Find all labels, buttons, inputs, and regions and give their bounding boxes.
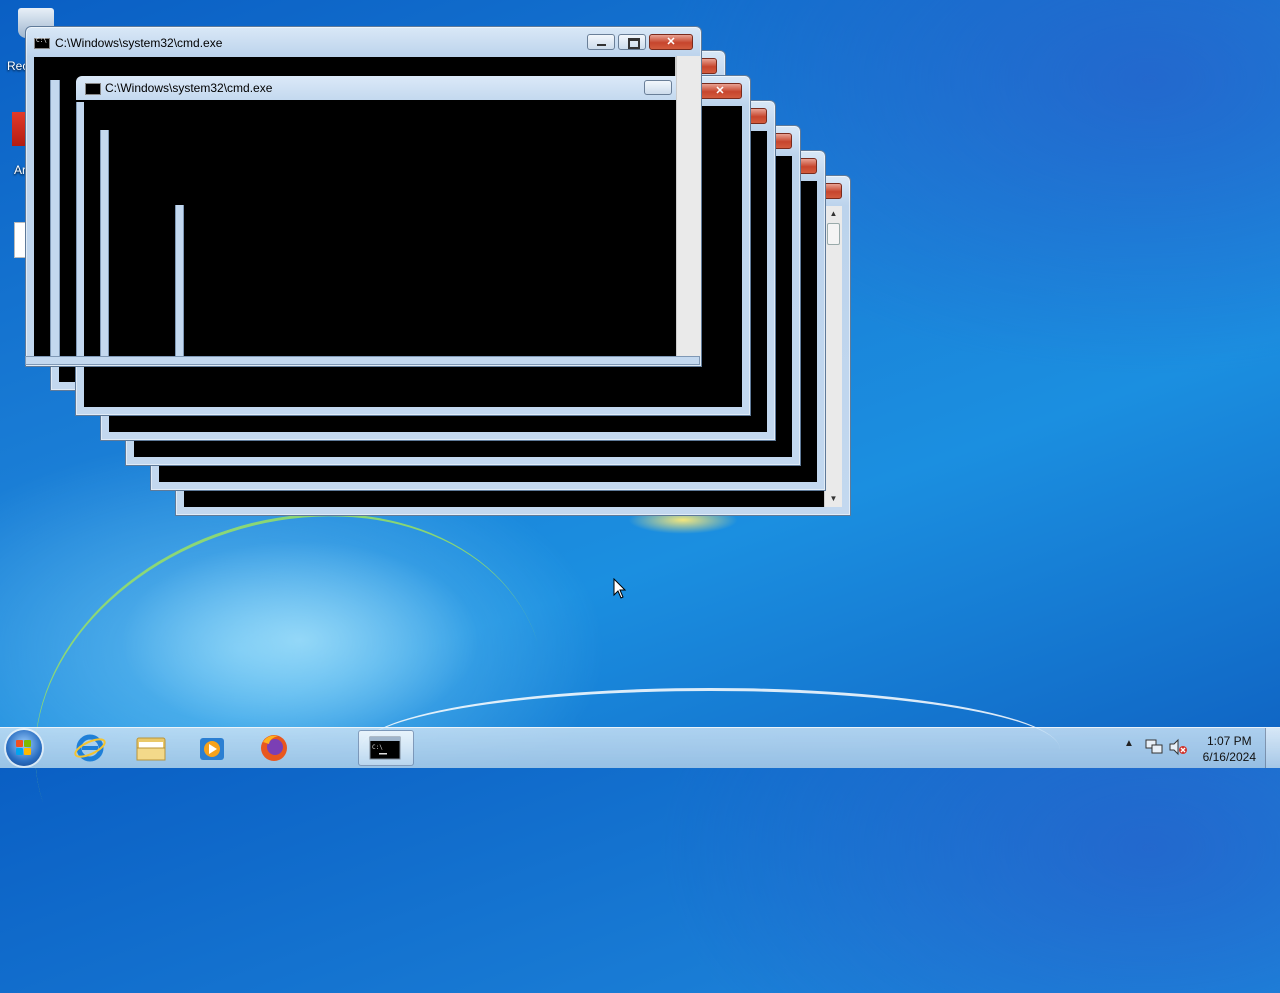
cmd-icon bbox=[85, 83, 101, 95]
windows-start-icon[interactable] bbox=[6, 730, 42, 766]
scroll-down-arrow-icon[interactable]: ▼ bbox=[825, 491, 842, 507]
folder-icon bbox=[136, 737, 166, 761]
cmd-icon: C:\ bbox=[369, 736, 401, 760]
taskbar-internet-explorer[interactable] bbox=[62, 730, 118, 766]
scroll-thumb[interactable] bbox=[827, 223, 840, 245]
maximize-button[interactable] bbox=[618, 34, 646, 50]
show-desktop-button[interactable] bbox=[1265, 728, 1280, 768]
close-button[interactable] bbox=[649, 34, 693, 50]
cmd-icon bbox=[34, 37, 50, 49]
system-tray: ▲ 1:07 PM 6/16/2024 bbox=[1120, 728, 1280, 768]
minimize-button[interactable] bbox=[644, 80, 672, 95]
taskbar-windows-explorer[interactable] bbox=[123, 730, 179, 766]
scroll-up-arrow-icon[interactable]: ▲ bbox=[825, 206, 842, 222]
minimize-button[interactable] bbox=[587, 34, 615, 50]
clock[interactable]: 1:07 PM 6/16/2024 bbox=[1203, 733, 1256, 765]
network-icon[interactable] bbox=[1144, 738, 1164, 756]
taskbar: C:\ ▲ 1:07 PM 6/16/2024 bbox=[0, 727, 1280, 768]
media-player-icon bbox=[200, 738, 224, 760]
internet-explorer-icon bbox=[74, 734, 106, 762]
windows-flag-icon bbox=[16, 740, 32, 756]
show-hidden-icons-chevron-icon[interactable]: ▲ bbox=[1124, 738, 1134, 749]
window-frame-artifact: C:\Windows\system32\cmd.exe bbox=[76, 76, 700, 100]
vertical-scrollbar[interactable]: ▲ ▼ bbox=[824, 206, 842, 507]
window-frame-artifact bbox=[25, 356, 700, 365]
window-frame-artifact bbox=[100, 130, 109, 356]
mouse-pointer-icon bbox=[613, 578, 627, 599]
svg-text:C:\: C:\ bbox=[372, 744, 383, 751]
window-controls bbox=[584, 34, 693, 51]
taskbar-firefox[interactable] bbox=[246, 730, 302, 766]
console-area[interactable] bbox=[108, 100, 676, 356]
wallpaper-swoosh bbox=[0, 449, 600, 993]
window-frame-artifact bbox=[175, 205, 184, 356]
window-title: C:\Windows\system32\cmd.exe bbox=[55, 36, 223, 50]
window-title: C:\Windows\system32\cmd.exe bbox=[105, 81, 273, 95]
clock-date: 6/16/2024 bbox=[1202, 750, 1256, 764]
clock-time: 1:07 PM bbox=[1206, 734, 1252, 748]
close-button[interactable] bbox=[698, 83, 742, 99]
window-frame-artifact bbox=[676, 56, 701, 356]
taskbar-command-prompt[interactable]: C:\ bbox=[358, 730, 414, 766]
taskbar-media-player[interactable] bbox=[184, 730, 240, 766]
console-area[interactable] bbox=[84, 100, 100, 356]
volume-muted-icon[interactable] bbox=[1168, 738, 1188, 756]
firefox-icon bbox=[261, 735, 287, 761]
window-frame-artifact bbox=[50, 80, 60, 358]
